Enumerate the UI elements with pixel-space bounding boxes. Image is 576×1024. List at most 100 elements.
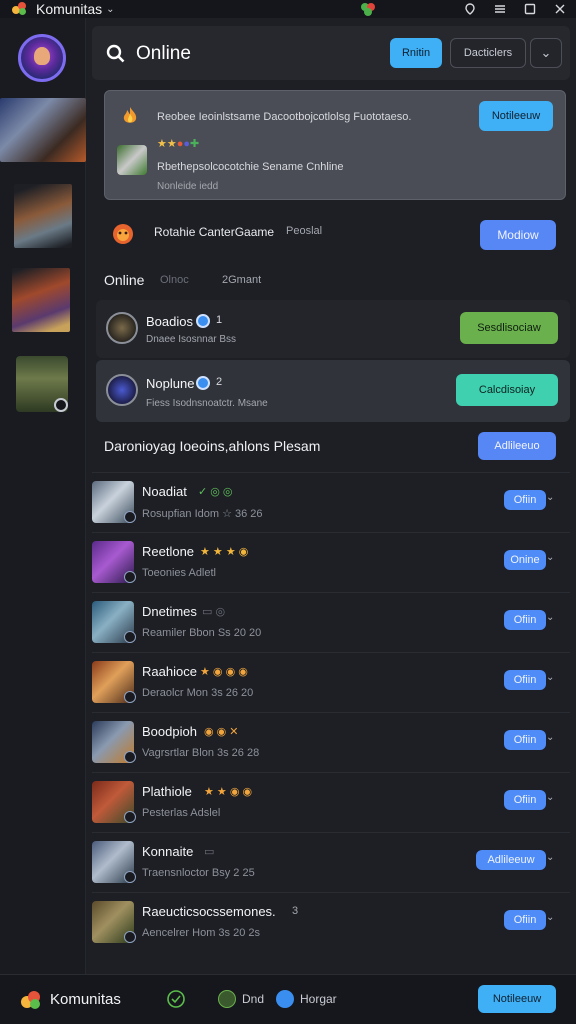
list-item-button[interactable]: Ofiin (504, 610, 546, 630)
list-item-sub: Reamiler Bbon Ss 20 20 (142, 627, 262, 639)
rating-icons: ★★●●✚ (157, 138, 200, 150)
friend-row[interactable]: Noplune 2 Fiess Isodnsnoatctr. Msane Cal… (96, 360, 570, 422)
chevron-down-icon[interactable]: ⌄ (546, 552, 556, 564)
chevron-down-icon[interactable]: ⌄ (546, 672, 556, 684)
badge-icons: ▭ (204, 846, 215, 858)
title-bar: Komunitas ⌄ (0, 0, 576, 18)
status-badge (124, 691, 136, 703)
list-item[interactable]: Raahioce ★ ◉ ◉ ◉ Deraolcr Mon 3s 26 20 O… (92, 652, 570, 712)
list-item-name: Raeucticsocssemones. (142, 904, 276, 919)
featured-action-button[interactable]: Notileeuw (479, 101, 553, 131)
bottom-bar: Komunitas Dnd Horgar Notileeuw (0, 974, 576, 1024)
search-icon[interactable] (106, 44, 126, 64)
sidebar (0, 18, 86, 974)
friend-count: 1 (216, 314, 223, 326)
list-item-button[interactable]: Onine (504, 550, 546, 570)
list-item-button[interactable]: Ofiin (504, 730, 546, 750)
friend-avatar (106, 374, 138, 406)
list-item[interactable]: Konnaite ▭ Traensnloctor Bsy 2 25 Adlile… (92, 832, 570, 892)
maximize-icon[interactable] (522, 1, 538, 17)
chevron-down-icon[interactable]: ⌄ (546, 732, 556, 744)
bottom-item-1[interactable]: Dnd (242, 992, 264, 1006)
badge-icons: 3 (292, 905, 299, 917)
bottom-app-name: Komunitas (50, 991, 121, 1008)
game-row-tag: Peoslal (286, 225, 323, 237)
list-item-name: Raahioce (142, 664, 197, 679)
bottom-action-button[interactable]: Notileeuw (478, 985, 556, 1013)
list-item[interactable]: Dnetimes ▭ ◎ Reamiler Bbon Ss 20 20 Ofii… (92, 592, 570, 652)
chevron-down-icon[interactable]: ⌄ (546, 852, 556, 864)
sidebar-game-1[interactable] (0, 98, 86, 162)
sidebar-game-4[interactable] (0, 356, 86, 420)
badge-icons: ★ ★ ★ ◉ (200, 546, 249, 558)
status-dot-icon[interactable] (218, 990, 236, 1008)
friend-action-button[interactable]: Sesdlisociaw (460, 312, 558, 344)
list-item[interactable]: Raeucticsocssemones. 3 Aencelrer Hom 3s … (92, 892, 570, 952)
status-badge (124, 811, 136, 823)
list-item-sub: Aencelrer Hom 3s 20 2s (142, 927, 260, 939)
list-item-button[interactable]: Ofiin (504, 670, 546, 690)
list-item[interactable]: Boodpioh ◉ ◉ ✕ Vagrsrtlar Blon 3s 26 28 … (92, 712, 570, 772)
list-item[interactable]: Reetlone ★ ★ ★ ◉ Toeonies Adletl Onine ⌄ (92, 532, 570, 592)
badge-icons: ★ ★ ◉ ◉ (204, 786, 253, 798)
chevron-down-icon[interactable]: ⌄ (546, 492, 556, 504)
friend-row[interactable]: Boadios 1 Dnaee Isosnnar Bss Sesdlisocia… (96, 300, 570, 358)
primary-button[interactable]: Rnitin (390, 38, 442, 68)
status-badge (124, 631, 136, 643)
list-item-sub: Traensnloctor Bsy 2 25 (142, 867, 255, 879)
chevron-down-icon[interactable]: ⌄ (546, 612, 556, 624)
check-circle-icon[interactable] (166, 989, 186, 1009)
game-row-button[interactable]: Modiow (480, 220, 556, 250)
sidebar-game-3[interactable] (0, 268, 86, 332)
bolt-icon[interactable] (276, 990, 294, 1008)
list-item-sub: Pesterlas Adslel (142, 807, 221, 819)
list-item-sub: Toeonies Adletl (142, 567, 216, 579)
list-item[interactable]: Plathiole ★ ★ ◉ ◉ Pesterlas Adslel Ofiin… (92, 772, 570, 832)
app-title: Komunitas (36, 1, 103, 17)
list-item-button[interactable]: Ofiin (504, 910, 546, 930)
list-item-sub: Vagrsrtlar Blon 3s 26 28 (142, 747, 260, 759)
flame-icon (113, 224, 133, 244)
featured-panel[interactable]: Reobee Ieoinlstsame Dacootbojcotlolsg Fu… (104, 90, 566, 200)
featured-line-1: Reobee Ieoinlstsame Dacootbojcotlolsg Fu… (157, 111, 412, 123)
friend-status: Fiess Isodnsnoatctr. Msane (146, 398, 268, 409)
online-meta-2: 2Gmant (222, 274, 262, 286)
location-pin-icon[interactable] (462, 1, 478, 17)
list-item-name: Noadiat (142, 484, 187, 499)
list-header-button[interactable]: Adlileeuo (478, 432, 556, 460)
verified-icon (196, 376, 210, 390)
friend-action-button[interactable]: Calcdisoiay (456, 374, 558, 406)
menu-icon[interactable] (492, 1, 508, 17)
close-icon[interactable] (552, 1, 568, 17)
list-item-button[interactable]: Ofiin (504, 790, 546, 810)
fire-icon (123, 107, 137, 123)
list-item-name: Plathiole (142, 784, 192, 799)
friend-count: 2 (216, 376, 223, 388)
user-avatar[interactable] (18, 34, 66, 82)
chevron-down-icon[interactable]: ⌄ (546, 792, 556, 804)
chevron-down-icon[interactable]: ⌄ (106, 4, 114, 15)
game-thumbnail (117, 145, 147, 175)
status-badge (124, 751, 136, 763)
friend-avatar (106, 312, 138, 344)
chevron-down-icon[interactable]: ⌄ (546, 912, 556, 924)
app-logo-icon (12, 2, 28, 16)
content-header: Online Rnitin Dacticlers ⌄ (92, 26, 570, 80)
featured-line-2: Rbethepsolcocotchie Sename Cnhline (157, 161, 344, 173)
filter-button[interactable]: Dacticlers (450, 38, 526, 68)
verified-icon (196, 314, 210, 328)
chevron-down-icon[interactable]: ⌄ (530, 38, 562, 68)
list-item-name: Reetlone (142, 544, 195, 559)
list-item-name: Konnaite (142, 844, 194, 859)
list-item-name: Dnetimes (142, 604, 197, 619)
list-item[interactable]: Noadiat ✓ ◎ ◎ Rosupfian Idom ☆ 36 26 Ofi… (92, 472, 570, 532)
bottom-item-2[interactable]: Horgar (300, 992, 337, 1006)
status-badge (124, 871, 136, 883)
list-item-button[interactable]: Ofiin (504, 490, 546, 510)
friend-name: Noplune (146, 376, 195, 391)
badge-icons: ★ ◉ ◉ ◉ (200, 666, 248, 678)
friend-name: Boadios (146, 314, 193, 329)
sidebar-game-2[interactable] (0, 184, 86, 248)
friend-status: Dnaee Isosnnar Bss (146, 334, 237, 345)
list-item-button[interactable]: Adlileeuw (476, 850, 546, 870)
